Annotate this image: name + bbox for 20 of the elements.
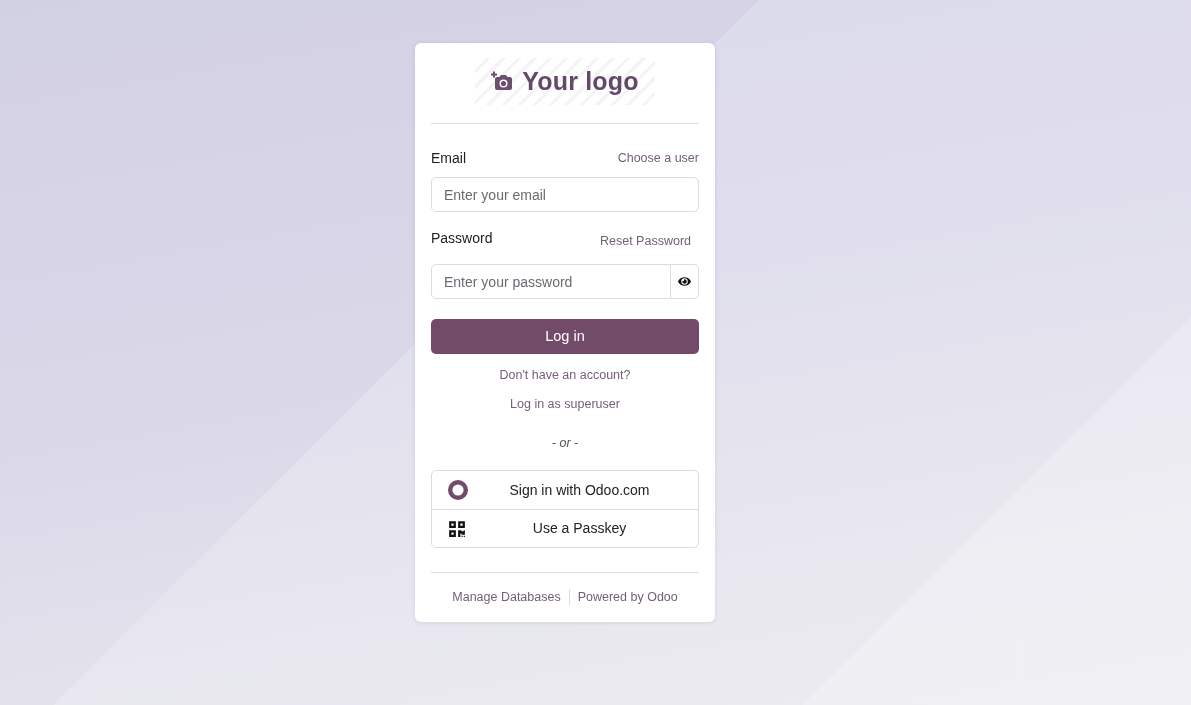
ring-icon (448, 480, 468, 500)
text-link[interactable]: Log in as superuser (510, 395, 620, 413)
provider-button[interactable]: Sign in with Odoo.com (432, 471, 698, 509)
password-field[interactable]: Enter your password (431, 264, 671, 299)
provider-button[interactable]: Use a Passkey (432, 509, 698, 547)
show-password-button[interactable] (671, 264, 699, 299)
logo-text: Your logo (522, 69, 639, 94)
or-separator: - or - (551, 435, 579, 452)
footer-link[interactable]: Powered by Odoo (568, 589, 686, 605)
eye-icon (678, 275, 691, 288)
footer-link[interactable]: Manage Databases (444, 589, 569, 605)
email-field[interactable]: Enter your email (431, 177, 699, 212)
login-button[interactable]: Log in (431, 319, 699, 354)
choose-user-link[interactable]: Choose a user (617, 148, 699, 168)
text-link[interactable]: Don't have an account? (499, 366, 631, 384)
field-label: Email (431, 148, 466, 168)
reset-password-link[interactable]: Reset Password (600, 231, 691, 251)
qr-code-icon (448, 519, 466, 538)
field-label: Password (431, 228, 493, 248)
camera-plus-icon (491, 70, 514, 91)
